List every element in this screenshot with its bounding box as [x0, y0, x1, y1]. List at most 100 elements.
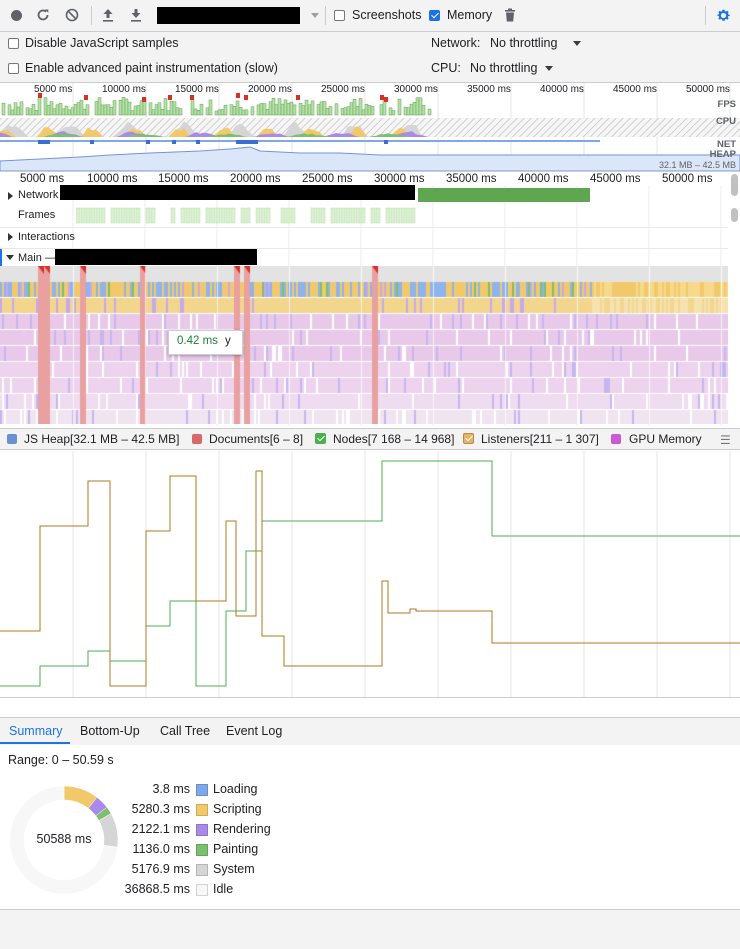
- toolbar: Screenshots Memory: [0, 0, 740, 32]
- overview-tick-label: 20000 ms: [248, 84, 292, 95]
- overview-tick-label: 15000 ms: [175, 84, 219, 95]
- listeners-counter-line: [0, 470, 740, 687]
- documents-label: Documents[6 – 8]: [209, 432, 304, 446]
- summary-row: 5176.9 ms System: [110, 862, 270, 878]
- summary-category: Painting: [213, 842, 259, 856]
- frames-bars: [76, 207, 416, 224]
- summary-value: 5280.3 ms: [131, 802, 190, 816]
- overview-tick-label: 30000 ms: [394, 84, 438, 95]
- network-throttle-label: Network:: [431, 36, 481, 50]
- screenshots-checkbox[interactable]: [334, 10, 345, 21]
- cpu-throttle-select[interactable]: No throttling: [470, 61, 537, 75]
- frames-track[interactable]: Frames: [0, 206, 728, 226]
- summary-panel: Range: 0 – 50.59 s 50588 ms 3.8 ms Loadi…: [0, 745, 740, 910]
- network-track[interactable]: Network: [0, 185, 728, 206]
- loading-swatch: [196, 784, 208, 796]
- overview-tick-label: 35000 ms: [467, 84, 511, 95]
- tooltip-event-name: y: [225, 335, 231, 347]
- upload-icon[interactable]: [100, 7, 116, 23]
- summary-category: Rendering: [213, 822, 271, 836]
- record-icon[interactable]: [8, 7, 24, 23]
- listeners-checkbox[interactable]: [463, 433, 474, 444]
- nodes-checkbox[interactable]: [315, 433, 326, 444]
- memory-counter-graph[interactable]: [0, 451, 740, 698]
- tab-event-log[interactable]: Event Log: [226, 724, 282, 738]
- overview-tick-label: 40000 ms: [540, 84, 584, 95]
- main-flame-chart[interactable]: [0, 266, 728, 424]
- expand-interactions-icon[interactable]: [8, 233, 13, 241]
- js-heap-label: JS Heap[32.1 MB – 42.5 MB]: [24, 432, 180, 446]
- ruler-tick-label: 20000 ms: [230, 173, 281, 185]
- advanced-paint-label: Enable advanced paint instrumentation (s…: [25, 61, 278, 75]
- disable-js-samples-label: Disable JavaScript samples: [25, 36, 179, 50]
- tab-call-tree[interactable]: Call Tree: [160, 724, 210, 738]
- listeners-label: Listeners[211 – 1 307]: [481, 432, 599, 446]
- nodes-counter-line: [0, 460, 740, 687]
- settings-gear-icon[interactable]: [715, 7, 731, 23]
- expand-network-icon[interactable]: [8, 192, 13, 200]
- active-tab-indicator: [0, 742, 70, 744]
- timeline-scrollbar-thumb-2[interactable]: [731, 208, 738, 222]
- network-dropdown-icon[interactable]: [573, 41, 581, 46]
- advanced-paint-checkbox[interactable]: [8, 63, 19, 74]
- overview-tick-label: 50000 ms: [686, 84, 730, 95]
- tooltip-duration: 0.42 ms: [177, 335, 218, 347]
- memory-counters-legend: JS Heap[32.1 MB – 42.5 MB] Documents[6 –…: [0, 428, 740, 450]
- cpu-throttle-label: CPU:: [431, 61, 461, 75]
- frames-track-label: Frames: [18, 209, 56, 221]
- ruler-tick-label: 25000 ms: [302, 173, 353, 185]
- tab-bottom-up[interactable]: Bottom-Up: [80, 724, 140, 738]
- cpu-label: CPU: [715, 116, 736, 127]
- legend-menu-icon[interactable]: ☰: [720, 433, 731, 447]
- ruler-tick-label: 10000 ms: [87, 173, 138, 185]
- network-throttle-select[interactable]: No throttling: [490, 36, 557, 50]
- summary-row: 5280.3 ms Scripting: [110, 802, 270, 818]
- tab-summary[interactable]: Summary: [9, 724, 62, 738]
- overview-tick-label: 10000 ms: [102, 84, 146, 95]
- ruler-tick-label: 5000 ms: [20, 173, 65, 185]
- profile-select[interactable]: [157, 7, 300, 24]
- status-bar: [0, 910, 740, 949]
- memory-label: Memory: [447, 8, 493, 22]
- ruler-tick-label: 35000 ms: [446, 173, 497, 185]
- summary-row: 1136.0 ms Painting: [110, 842, 270, 858]
- gpu-memory-checkbox[interactable]: [611, 434, 621, 444]
- interactions-track-label: Interactions: [18, 231, 75, 243]
- download-icon[interactable]: [128, 7, 144, 23]
- capture-settings: Disable JavaScript samples Enable advanc…: [0, 32, 740, 83]
- trash-icon[interactable]: [502, 7, 518, 23]
- ruler-tick-label: 50000 ms: [662, 173, 713, 185]
- interactions-track[interactable]: Interactions: [0, 227, 728, 248]
- summary-row: 3.8 ms Loading: [110, 782, 270, 798]
- disable-js-samples-checkbox[interactable]: [8, 38, 19, 49]
- clear-icon[interactable]: [64, 7, 80, 23]
- gpu-memory-label: GPU Memory: [629, 432, 702, 446]
- ruler-tick-label: 45000 ms: [590, 173, 641, 185]
- network-request-bar[interactable]: [418, 188, 590, 202]
- network-track-label: Network: [18, 189, 59, 201]
- timeline-scrollbar-thumb[interactable]: [731, 174, 738, 196]
- time-ruler: 5000 ms 10000 ms 15000 ms 20000 ms 25000…: [0, 172, 740, 186]
- reload-icon[interactable]: [35, 7, 51, 23]
- timeline-overview[interactable]: 5000 ms 10000 ms 15000 ms 20000 ms 25000…: [0, 83, 740, 172]
- main-thread-label: Main —: [18, 252, 56, 264]
- cpu-dropdown-icon[interactable]: [545, 66, 553, 71]
- redacted-main-url: [55, 249, 257, 265]
- documents-checkbox[interactable]: [192, 434, 202, 444]
- js-heap-checkbox[interactable]: [7, 434, 17, 444]
- memory-checkbox[interactable]: [429, 10, 440, 21]
- summary-range: Range: 0 – 50.59 s: [8, 753, 114, 767]
- overview-tick-label: 25000 ms: [321, 84, 365, 95]
- summary-value: 3.8 ms: [152, 782, 190, 796]
- summary-value: 2122.1 ms: [131, 822, 190, 836]
- redacted-network-request: [60, 185, 415, 200]
- ruler-tick-label: 15000 ms: [158, 173, 209, 185]
- system-swatch: [196, 864, 208, 876]
- nodes-label: Nodes[7 168 – 14 968]: [333, 432, 455, 446]
- summary-total: 50588 ms: [36, 832, 92, 846]
- main-thread-track[interactable]: Main —: [0, 248, 728, 267]
- ruler-tick-label: 40000 ms: [518, 173, 569, 185]
- collapse-main-icon[interactable]: [6, 255, 14, 260]
- overview-tick-label: 45000 ms: [613, 84, 657, 95]
- profile-dropdown-icon[interactable]: [311, 13, 319, 18]
